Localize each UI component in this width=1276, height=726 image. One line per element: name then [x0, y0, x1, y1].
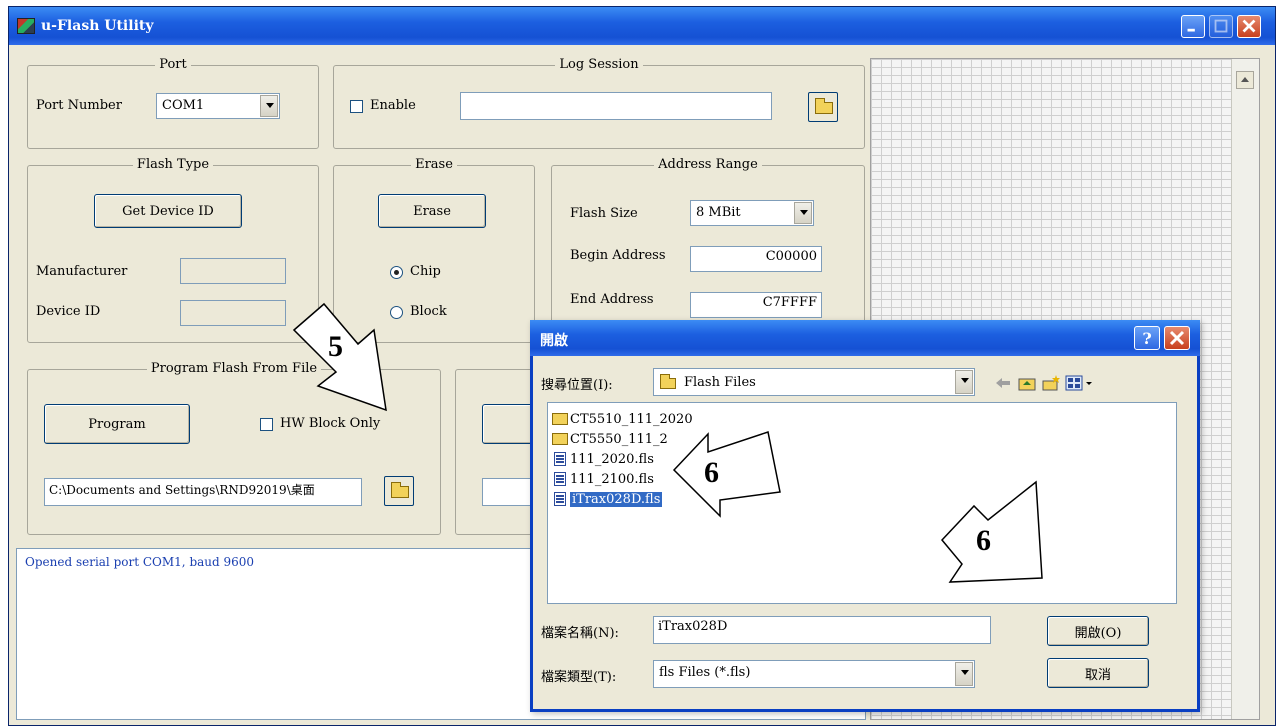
close-icon	[1169, 330, 1185, 346]
folder-icon	[552, 413, 568, 425]
folder-icon	[660, 374, 676, 389]
new-folder-icon[interactable]	[1041, 374, 1061, 392]
dialog-close-button[interactable]	[1164, 326, 1190, 350]
erase-title: Erase	[411, 157, 457, 172]
program-file-path-input[interactable]: C:\Documents and Settings\RND92019\桌面	[44, 478, 362, 506]
open-file-dialog: 開啟 ? 搜尋位置(I): Flash Files CT5510_111_202…	[530, 320, 1200, 712]
file-type-label: 檔案類型(T):	[541, 670, 617, 685]
file-name-input[interactable]: iTrax028D	[653, 616, 991, 644]
list-item[interactable]: 111_2020.fls	[552, 449, 654, 469]
minimize-button[interactable]	[1181, 15, 1205, 38]
chevron-down-icon[interactable]	[794, 202, 812, 224]
program-button[interactable]: Program	[44, 404, 190, 444]
erase-button[interactable]: Erase	[378, 194, 486, 228]
annotation-label-6b: 6	[976, 524, 991, 557]
close-icon	[1242, 19, 1256, 33]
end-address-input[interactable]: C7FFFF	[690, 292, 822, 318]
list-item[interactable]: 111_2100.fls	[552, 469, 654, 489]
log-enable-checkbox[interactable]	[350, 100, 363, 113]
window-title: u-Flash Utility	[41, 18, 154, 34]
view-menu-icon[interactable]	[1065, 374, 1095, 392]
log-session-group: Log Session Enable	[333, 57, 865, 149]
flash-type-group: Flash Type Get Device ID Manufacturer De…	[27, 157, 319, 343]
flash-type-title: Flash Type	[132, 157, 214, 172]
file-icon	[554, 492, 566, 506]
open-button[interactable]: 開啟(O)	[1047, 616, 1149, 646]
chip-label: Chip	[410, 264, 441, 279]
folder-icon	[552, 433, 568, 445]
scrollbar[interactable]	[1231, 59, 1259, 719]
look-in-label: 搜尋位置(I):	[541, 378, 613, 393]
file-icon	[554, 452, 566, 466]
log-path-input[interactable]	[460, 92, 772, 120]
annotation-arrow-6a	[672, 431, 781, 518]
log-session-title: Log Session	[555, 57, 643, 72]
annotation-arrow-6b	[940, 480, 1043, 583]
scroll-up-button[interactable]	[1236, 71, 1254, 89]
begin-address-label: Begin Address	[570, 248, 666, 263]
file-name-label: 檔案名稱(N):	[541, 626, 619, 641]
folder-icon	[815, 98, 833, 114]
chevron-down-icon[interactable]	[955, 662, 973, 686]
maximize-icon	[1214, 19, 1228, 33]
log-browse-button[interactable]	[808, 92, 838, 122]
program-browse-button[interactable]	[384, 476, 414, 506]
annotation-label-6a: 6	[704, 456, 719, 489]
hw-block-only-checkbox[interactable]	[260, 418, 273, 431]
port-group: Port Port Number COM1	[27, 57, 319, 149]
file-icon	[554, 472, 566, 486]
cancel-button[interactable]: 取消	[1047, 658, 1149, 688]
port-number-label: Port Number	[36, 98, 122, 113]
minimize-icon	[1187, 28, 1195, 32]
address-range-group: Address Range Flash Size 8 MBit Begin Ad…	[551, 157, 865, 343]
flash-size-label: Flash Size	[570, 206, 638, 221]
annotation-arrow-5	[292, 302, 387, 412]
up-folder-icon[interactable]	[1017, 374, 1037, 392]
look-in-combo[interactable]: Flash Files	[653, 368, 975, 396]
flash-size-value: 8 MBit	[696, 205, 741, 220]
chevron-down-icon[interactable]	[260, 95, 278, 117]
dialog-title: 開啟	[540, 333, 568, 349]
end-address-label: End Address	[570, 292, 654, 307]
list-item[interactable]: CT5550_111_2	[552, 429, 668, 449]
log-enable-label: Enable	[370, 98, 416, 113]
device-id-field	[180, 300, 286, 326]
block-label: Block	[410, 304, 447, 319]
port-number-combo[interactable]: COM1	[156, 93, 280, 119]
file-type-value: fls Files (*.fls)	[659, 665, 751, 680]
manufacturer-label: Manufacturer	[36, 264, 128, 279]
port-number-value: COM1	[162, 98, 205, 113]
flash-size-combo[interactable]: 8 MBit	[690, 200, 814, 226]
dialog-title-bar[interactable]: 開啟 ?	[530, 320, 1200, 356]
maximize-button[interactable]	[1209, 15, 1233, 38]
list-item-selected[interactable]: iTrax028D.fls	[552, 489, 663, 509]
list-item[interactable]: CT5510_111_2020	[552, 409, 693, 429]
file-type-combo[interactable]: fls Files (*.fls)	[653, 660, 975, 688]
close-button[interactable]	[1237, 15, 1261, 38]
look-in-value: Flash Files	[684, 375, 756, 390]
chevron-down-icon[interactable]	[955, 370, 973, 394]
annotation-label-5: 5	[328, 330, 343, 363]
help-button[interactable]: ?	[1134, 326, 1160, 350]
device-id-label: Device ID	[36, 304, 101, 319]
file-list[interactable]: CT5510_111_2020 CT5550_111_2 111_2020.fl…	[547, 402, 1177, 604]
app-icon	[17, 18, 35, 34]
back-arrow-icon[interactable]	[993, 374, 1013, 392]
address-range-title: Address Range	[654, 157, 762, 172]
chip-radio[interactable]	[390, 266, 403, 279]
port-group-title: Port	[155, 57, 191, 72]
title-bar[interactable]: u-Flash Utility	[9, 7, 1275, 45]
begin-address-input[interactable]: C00000	[690, 246, 822, 272]
folder-icon	[391, 482, 409, 498]
get-device-id-button[interactable]: Get Device ID	[94, 194, 242, 228]
manufacturer-field	[180, 258, 286, 284]
hw-block-only-label: HW Block Only	[280, 416, 381, 431]
